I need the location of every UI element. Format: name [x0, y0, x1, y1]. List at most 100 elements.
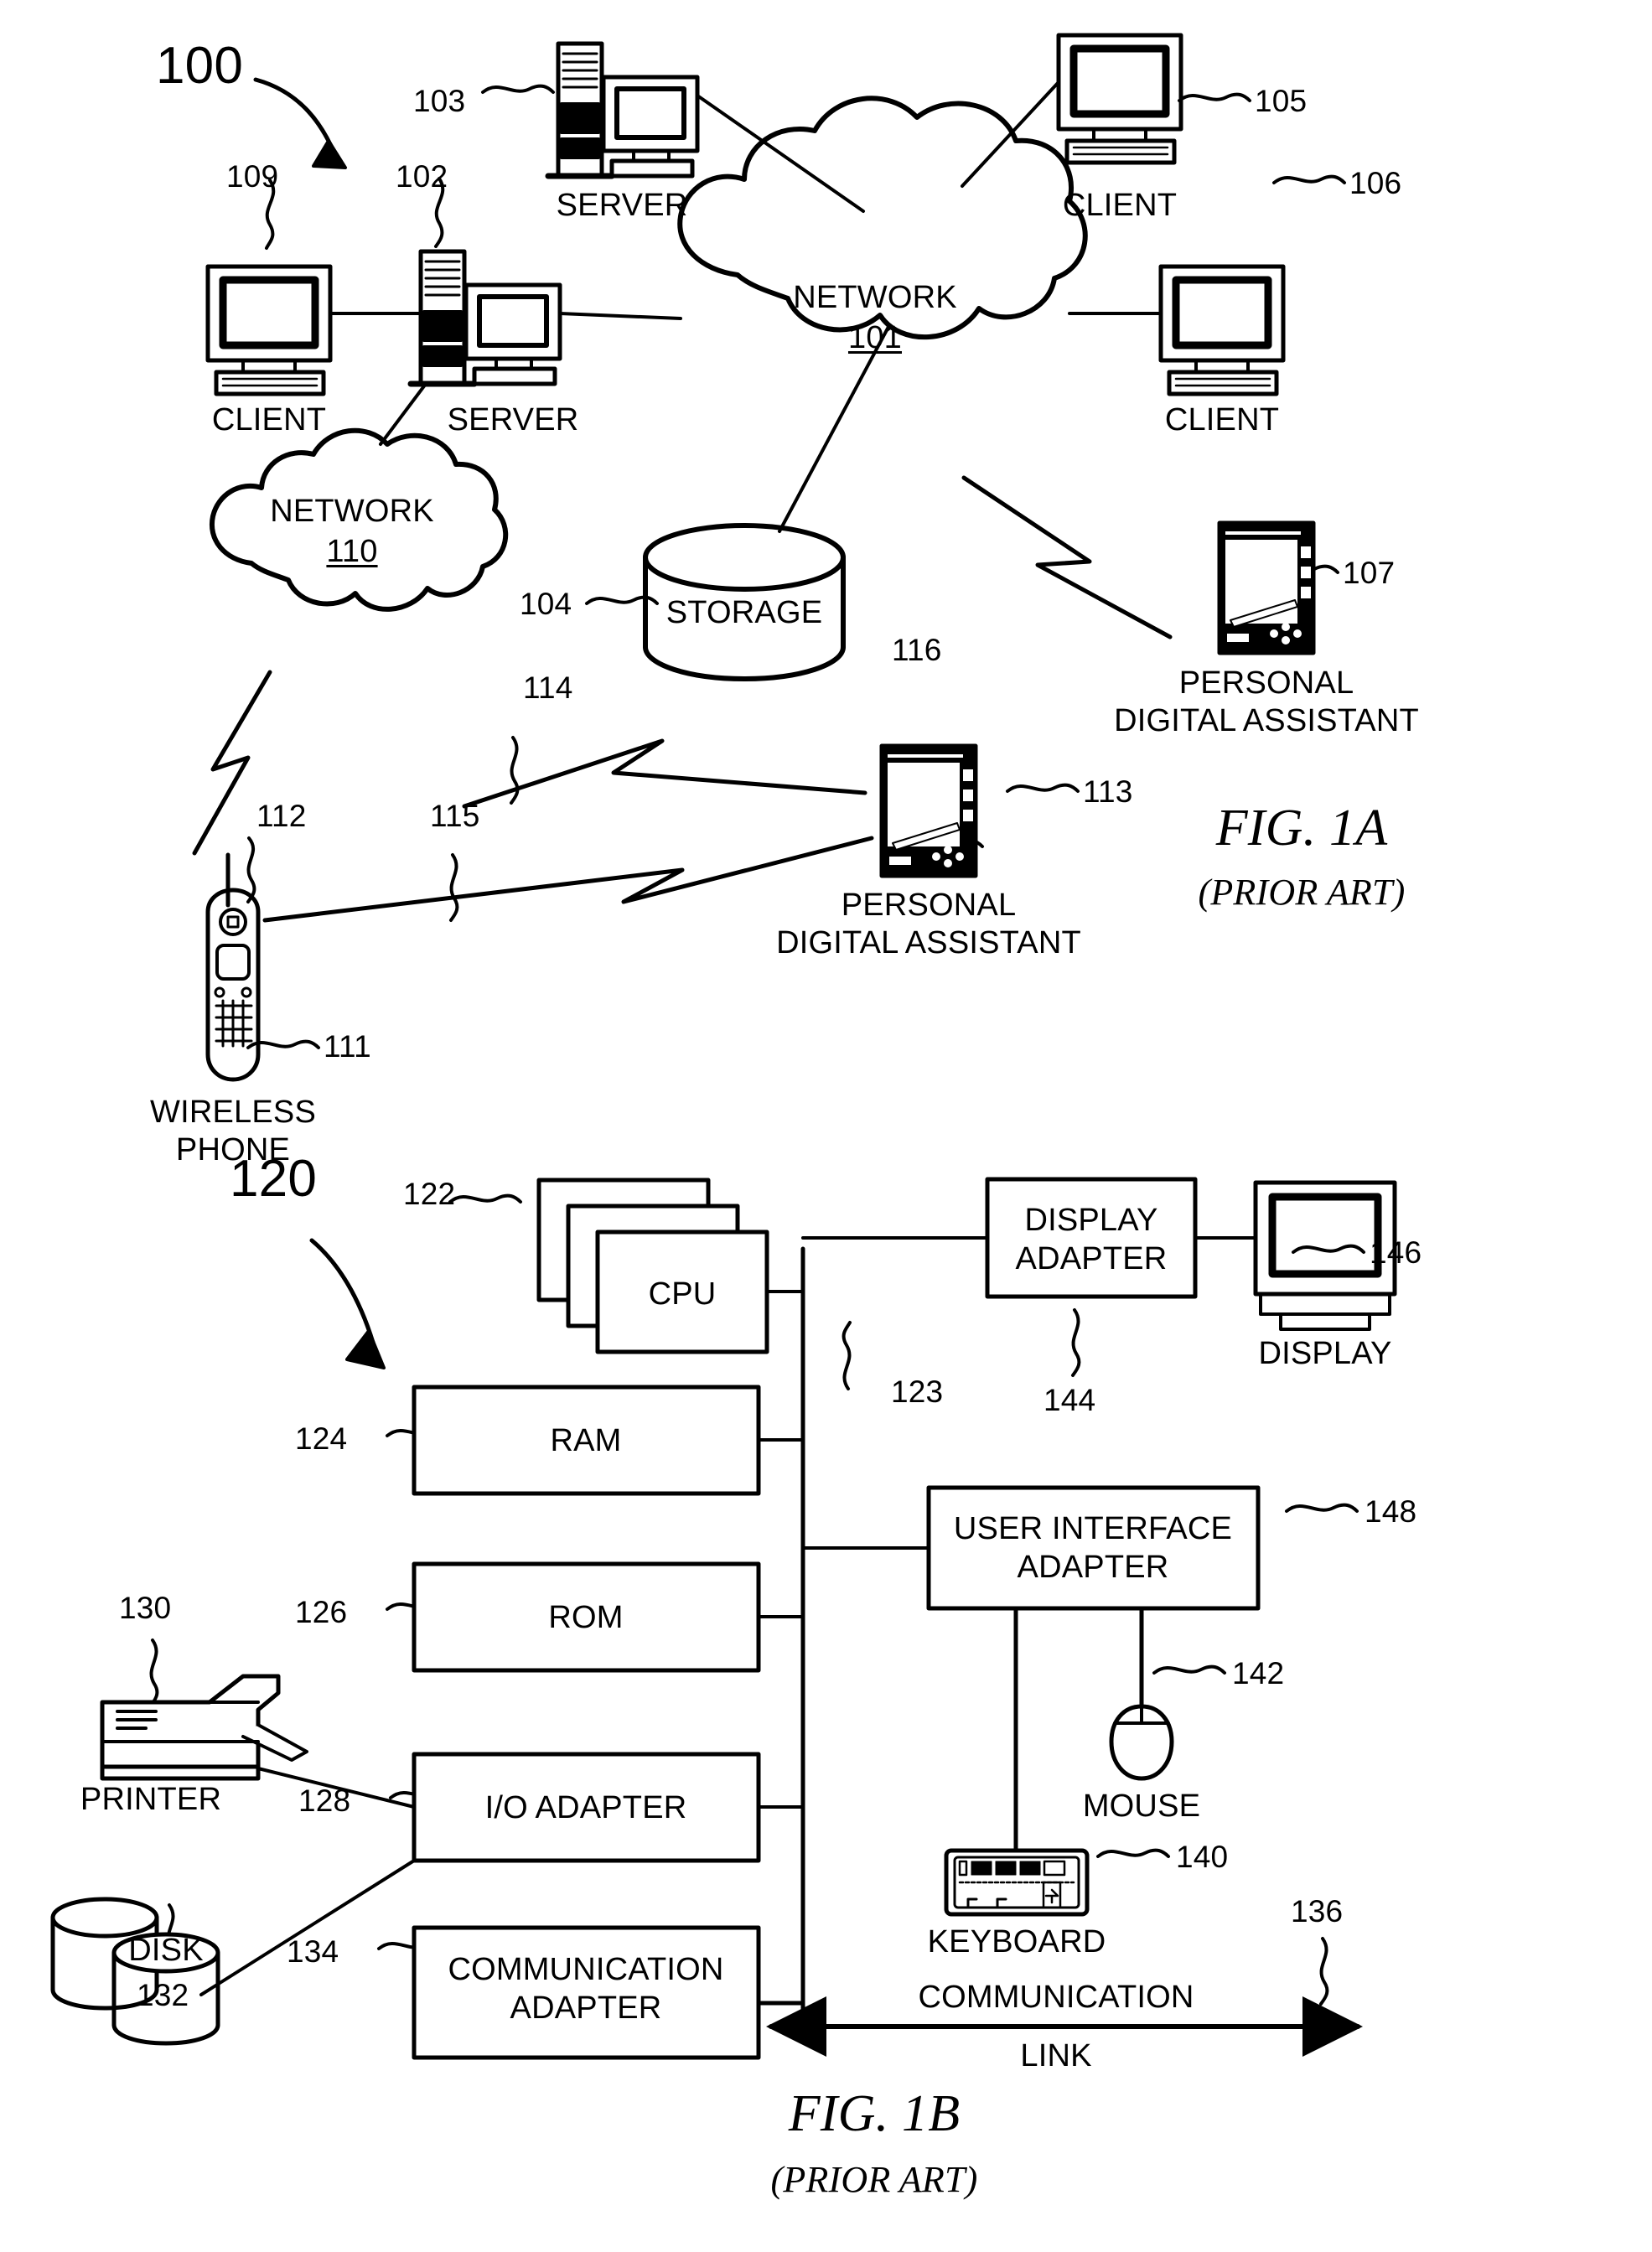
- ref-104: 104: [520, 587, 572, 621]
- lead-114: [510, 736, 520, 805]
- ref-122: 122: [403, 1177, 456, 1211]
- ref-113: 113: [1083, 774, 1133, 809]
- io-adapter-label: I/O ADAPTER: [484, 1790, 687, 1825]
- patent-figure-sheet: 100 109 102 103 105 106 107 113 104 111 …: [0, 0, 1652, 2252]
- pda-113-icon: [879, 743, 978, 878]
- link-disk-ioadapter: [199, 1859, 416, 1996]
- rom-label: ROM: [548, 1600, 624, 1635]
- ref-130: 130: [119, 1591, 172, 1625]
- ref-115: 115: [430, 799, 480, 833]
- mouse-142-label: MOUSE: [1082, 1789, 1201, 1824]
- lead-103: [481, 84, 555, 94]
- ref-111: 111: [324, 1029, 371, 1064]
- fig-1a-title: FIG. 1A: [1215, 800, 1388, 857]
- disk-132-icon: [50, 1897, 220, 2046]
- lead-144: [1071, 1308, 1081, 1377]
- server-102-label: SERVER: [447, 402, 579, 437]
- user-interface-adapter-line1: USER INTERFACE: [953, 1511, 1233, 1546]
- communication-link-line1: COMMUNICATION: [918, 1980, 1194, 2015]
- ref-134: 134: [287, 1934, 339, 1969]
- pda-113-label-line1: PERSONAL: [841, 888, 1017, 923]
- network-101-cloud-label: NETWORK 101: [793, 278, 957, 358]
- pda-107-label-line1: PERSONAL: [1178, 665, 1354, 701]
- link-server103-network101: [696, 94, 865, 213]
- server-103-label: SERVER: [556, 188, 688, 223]
- user-interface-adapter-label: USER INTERFACE ADAPTER: [954, 1510, 1232, 1587]
- cpu-label: CPU: [648, 1276, 717, 1312]
- ref-106: 106: [1349, 166, 1402, 200]
- system-120-arrowhead: [345, 1329, 386, 1369]
- ref-148: 148: [1365, 1494, 1417, 1529]
- system-100-arrow-curve: [253, 77, 338, 158]
- keyboard-140-label: KEYBOARD: [927, 1924, 1106, 1959]
- lead-122: [448, 1193, 522, 1204]
- ref-109: 109: [226, 159, 279, 194]
- lead-130: [149, 1639, 159, 1707]
- ref-102: 102: [396, 159, 448, 194]
- system-100-arrowhead: [312, 139, 347, 169]
- ref-124: 124: [295, 1421, 348, 1456]
- link-client105-network101: [961, 80, 1060, 188]
- ref-116: 116: [892, 633, 942, 667]
- ref-146: 146: [1370, 1235, 1422, 1270]
- system-ref-120: 120: [230, 1150, 318, 1208]
- wireless-link-116-bolt: [961, 475, 1173, 639]
- disk-132-label: DISK: [128, 1933, 204, 1968]
- ref-128: 128: [298, 1783, 351, 1818]
- printer-130-icon: [100, 1674, 308, 1781]
- communication-adapter-line1: COMMUNICATION: [448, 1952, 724, 1987]
- cpu-block: [536, 1178, 769, 1354]
- ref-107: 107: [1343, 556, 1396, 590]
- pda-113-label-line2: DIGITAL ASSISTANT: [776, 924, 1081, 960]
- ref-114: 114: [523, 670, 573, 705]
- lead-146: [1292, 1244, 1365, 1254]
- lead-148: [1285, 1503, 1359, 1513]
- lead-113: [1006, 783, 1080, 793]
- ref-123: 123: [891, 1374, 944, 1409]
- communication-link-line2: LINK: [1020, 2038, 1092, 2073]
- display-adapter-line2: ADAPTER: [1015, 1240, 1168, 1276]
- communication-adapter-line2: ADAPTER: [510, 1990, 662, 2026]
- network-101-ref: 101: [847, 319, 902, 355]
- phone-111-label-line1: WIRELESS: [150, 1095, 316, 1130]
- link-server102-network101: [558, 312, 682, 320]
- lead-136: [1319, 1937, 1329, 2006]
- pda-107-label-line2: DIGITAL ASSISTANT: [1114, 702, 1419, 738]
- user-interface-adapter-line2: ADAPTER: [1017, 1549, 1169, 1585]
- ref-103: 103: [413, 84, 466, 118]
- ref-112: 112: [256, 799, 307, 833]
- client-106-icon: [1158, 264, 1286, 396]
- lead-142: [1152, 1664, 1226, 1675]
- ref-142: 142: [1232, 1656, 1285, 1690]
- storage-104-label: STORAGE: [665, 595, 823, 630]
- lead-105: [1178, 92, 1251, 102]
- ref-126: 126: [295, 1595, 348, 1629]
- ram-label: RAM: [550, 1423, 622, 1458]
- fig-1b-subtitle: (PRIOR ART): [770, 2159, 978, 2200]
- communication-adapter-label: COMMUNICATION ADAPTER: [448, 1951, 723, 2027]
- ref-132: 132: [137, 1978, 189, 2012]
- pda-107-label: PERSONAL DIGITAL ASSISTANT: [1114, 665, 1419, 740]
- lead-123: [842, 1321, 852, 1390]
- pda-107-icon: [1217, 520, 1316, 655]
- server-103-icon: [545, 41, 700, 179]
- wireless-link-114-bolt: [462, 738, 867, 809]
- fig-1a-subtitle: (PRIOR ART): [1198, 872, 1406, 913]
- lead-115: [449, 853, 459, 922]
- ref-105: 105: [1255, 84, 1308, 118]
- display-adapter-label: DISPLAY ADAPTER: [1016, 1202, 1168, 1278]
- ref-136: 136: [1291, 1894, 1344, 1928]
- server-102-icon: [407, 249, 562, 387]
- printer-130-label: PRINTER: [80, 1782, 222, 1817]
- network-110-name: NETWORK: [270, 494, 434, 529]
- lead-140: [1096, 1848, 1170, 1858]
- pda-113-label: PERSONAL DIGITAL ASSISTANT: [776, 887, 1081, 962]
- network-110-cloud-label: NETWORK 110: [270, 492, 434, 572]
- client-109-label: CLIENT: [211, 402, 327, 437]
- lead-106: [1272, 174, 1346, 184]
- display-adapter-line1: DISPLAY: [1024, 1203, 1158, 1238]
- client-106-label: CLIENT: [1164, 402, 1280, 437]
- client-109-icon: [205, 264, 333, 396]
- fig-1b-title: FIG. 1B: [788, 2085, 961, 2142]
- keyboard-140-icon: [944, 1848, 1090, 1917]
